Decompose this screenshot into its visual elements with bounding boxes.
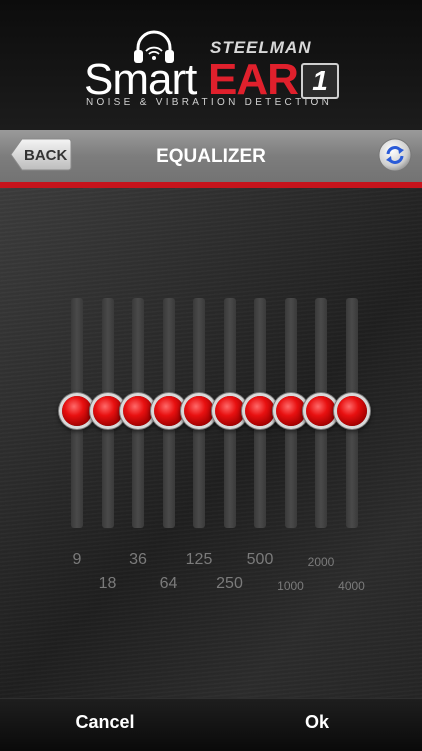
eq-frequency-label: 2000 [307, 555, 335, 569]
eq-slider-knob[interactable] [245, 396, 275, 426]
eq-slider-knob[interactable] [62, 396, 92, 426]
brand-smart: Smart [84, 55, 197, 104]
brand-model-badge: 1 [301, 63, 339, 99]
page-title: EQUALIZER [156, 146, 266, 167]
eq-slider-knob[interactable] [153, 396, 184, 426]
eq-slider-knob[interactable] [336, 396, 367, 426]
eq-frequency-label: 250 [216, 575, 243, 592]
eq-slider-knob[interactable] [92, 396, 123, 426]
eq-frequency-label: 1000 [277, 579, 304, 593]
brand-tagline: NOISE & VIBRATION DETECTION [86, 97, 333, 108]
eq-slider-knob[interactable] [184, 396, 214, 426]
eq-frequency-label: 18 [98, 575, 117, 592]
eq-frequency-label: 500 [246, 551, 274, 568]
eq-slider-knob[interactable] [214, 396, 245, 426]
cancel-button[interactable]: Cancel [35, 712, 175, 733]
eq-frequency-label: 36 [129, 551, 147, 568]
eq-frequency-label: 125 [185, 551, 213, 568]
eq-slider-knob[interactable] [123, 396, 153, 426]
eq-slider-knob[interactable] [275, 396, 306, 426]
equalizer-panel [0, 188, 422, 698]
eq-frequency-label: 4000 [338, 579, 365, 593]
eq-frequency-label: 9 [72, 551, 82, 568]
eq-frequency-label: 64 [159, 575, 178, 592]
brand-ear: EAR [208, 55, 299, 104]
reset-icon[interactable] [378, 138, 412, 172]
app-header: STEELMAN Smart EAR 1 NOISE & VIBRATION D… [0, 0, 422, 130]
ok-button[interactable]: Ok [247, 712, 387, 733]
eq-slider-knob[interactable] [306, 396, 336, 426]
